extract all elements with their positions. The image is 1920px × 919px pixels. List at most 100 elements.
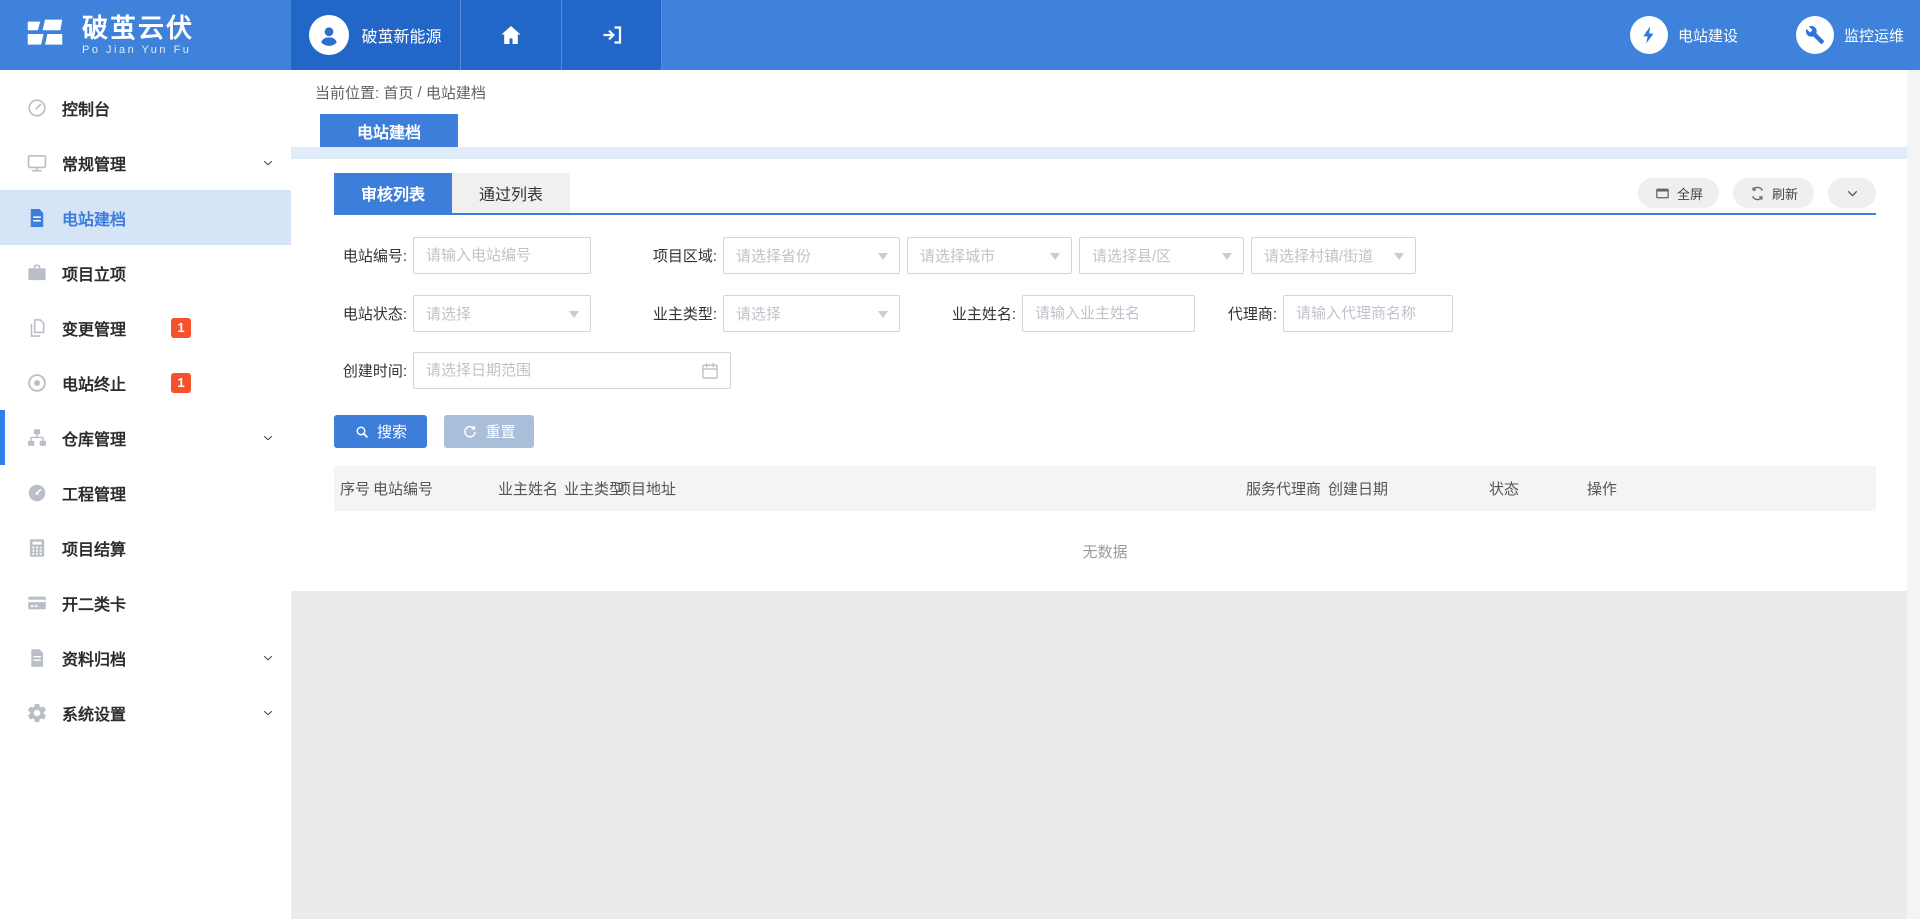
fullscreen-label: 全屏 [1677, 184, 1703, 203]
filter-actions: 搜索 重置 [334, 415, 1876, 448]
province-select-placeholder: 请选择省份 [736, 245, 811, 266]
reset-button[interactable]: 重置 [444, 415, 534, 448]
app-root: 破茧云伏 Po Jian Yun Fu 破茧新能源 [0, 0, 1920, 919]
col-operation: 操作 [1581, 466, 1876, 511]
col-owner-name: 业主姓名 [492, 466, 558, 511]
sidebar-item-label: 开二类卡 [62, 591, 126, 615]
wrench-icon [1796, 16, 1834, 54]
owner-type-label: 业主类型: [647, 303, 717, 324]
sidebar-item-label: 系统设置 [62, 701, 126, 725]
county-select-placeholder: 请选择县/区 [1092, 245, 1171, 266]
dropdown-caret-icon [569, 311, 579, 323]
sign-out-icon [600, 23, 624, 47]
company-name: 破茧新能源 [361, 23, 441, 47]
sidebar-item-label: 仓库管理 [62, 426, 126, 450]
target-icon [26, 372, 48, 394]
sidebar-item-label: 常规管理 [62, 151, 126, 175]
search-button[interactable]: 搜索 [334, 415, 427, 448]
reset-icon [462, 424, 478, 440]
date-range-field [413, 352, 731, 389]
sidebar-item-open-card[interactable]: 开二类卡 [0, 575, 291, 630]
nav-monitor-ops[interactable]: 监控运维 [1796, 16, 1904, 54]
sidebar-item-station-termination[interactable]: 电站终止 1 [0, 355, 291, 410]
brand-logo-icon [22, 12, 68, 58]
breadcrumb-home-link[interactable]: 首页 [383, 82, 413, 103]
empty-state: 无数据 [334, 511, 1876, 591]
station-no-input[interactable] [413, 237, 591, 274]
breadcrumb-prefix: 当前位置: [315, 82, 383, 103]
reset-button-label: 重置 [485, 421, 515, 442]
notification-badge: 1 [171, 373, 191, 393]
agent-input[interactable] [1283, 295, 1453, 332]
filter-row-2: 电站状态: 请选择 业主类型: 请选择 业主姓名: 代理商: [334, 295, 1876, 332]
search-icon [354, 424, 370, 440]
home-icon [499, 23, 523, 47]
brand-texts: 破茧云伏 Po Jian Yun Fu [82, 14, 194, 57]
breadcrumb: 当前位置: 首页 / 电站建档 [291, 70, 1920, 114]
sidebar-item-label: 项目立项 [62, 261, 126, 285]
village-select[interactable]: 请选择村镇/街道 [1251, 237, 1416, 274]
sidebar-item-project-settlement[interactable]: 项目结算 [0, 520, 291, 575]
page-tab-station-filing[interactable]: 电站建档 [320, 114, 458, 147]
filter-row-3: 创建时间: [334, 352, 1876, 389]
sidebar-item-console[interactable]: 控制台 [0, 80, 291, 135]
sidebar-item-engineering-mgmt[interactable]: 工程管理 [0, 465, 291, 520]
logout-button[interactable] [561, 0, 662, 70]
province-select[interactable]: 请选择省份 [723, 237, 900, 274]
station-status-placeholder: 请选择 [426, 303, 471, 324]
sidebar-item-label: 电站终止 [62, 371, 126, 395]
sidebar-item-warehouse-mgmt[interactable]: 仓库管理 [0, 410, 291, 465]
company-menu[interactable]: 破茧新能源 [291, 0, 460, 70]
card-icon [26, 592, 48, 614]
breadcrumb-separator: / [413, 84, 426, 101]
sitemap-icon [26, 427, 48, 449]
owner-name-input[interactable] [1022, 295, 1195, 332]
tab-passed-list[interactable]: 通过列表 [452, 173, 570, 213]
refresh-button[interactable]: 刷新 [1733, 178, 1814, 208]
calendar-icon [700, 361, 720, 381]
filter-row-1: 电站编号: 项目区域: 请选择省份 请选择城市 请选择县/区 请选择村镇/街道 [334, 237, 1876, 274]
sidebar-item-system-settings[interactable]: 系统设置 [0, 685, 291, 740]
home-button[interactable] [460, 0, 561, 70]
header-dark-group: 破茧新能源 [291, 0, 662, 70]
sidebar-item-change-mgmt[interactable]: 变更管理 1 [0, 300, 291, 355]
dropdown-caret-icon [878, 311, 888, 323]
brand-tagline: Po Jian Yun Fu [82, 44, 194, 56]
gear-icon [26, 702, 48, 724]
dropdown-caret-icon [1394, 253, 1404, 265]
briefcase-icon [26, 262, 48, 284]
agent-label: 代理商: [1213, 303, 1277, 324]
results-table: 序号 电站编号 业主姓名 业主类型 项目地址 服务代理商 创建日期 状态 操作 [334, 466, 1876, 511]
tab-review-list[interactable]: 审核列表 [334, 173, 452, 213]
sidebar-item-data-archive[interactable]: 资料归档 [0, 630, 291, 685]
sidebar-item-station-filing[interactable]: 电站建档 [0, 190, 291, 245]
city-select-placeholder: 请选择城市 [920, 245, 995, 266]
collapse-toggle-button[interactable] [1828, 178, 1876, 208]
sidebar-item-label: 工程管理 [62, 481, 126, 505]
nav-station-build[interactable]: 电站建设 [1630, 16, 1738, 54]
sidebar: 控制台 常规管理 电站建档 项目立项 [0, 70, 291, 919]
gauge-icon [26, 482, 48, 504]
create-time-label: 创建时间: [334, 360, 407, 381]
top-header: 破茧云伏 Po Jian Yun Fu 破茧新能源 [0, 0, 1920, 70]
vertical-scrollbar[interactable] [1907, 70, 1920, 919]
owner-name-label: 业主姓名: [950, 303, 1016, 324]
sidebar-item-project-initiation[interactable]: 项目立项 [0, 245, 291, 300]
date-range-input[interactable] [413, 352, 731, 389]
sidebar-item-label: 控制台 [62, 96, 110, 120]
user-icon [316, 22, 342, 48]
calculator-icon [26, 537, 48, 559]
chevron-down-icon [261, 156, 275, 170]
document-icon [26, 207, 48, 229]
city-select[interactable]: 请选择城市 [907, 237, 1072, 274]
active-indicator-bar [0, 410, 5, 465]
fullscreen-button[interactable]: 全屏 [1638, 178, 1719, 208]
breadcrumb-current: 电站建档 [426, 82, 486, 103]
county-select[interactable]: 请选择县/区 [1079, 237, 1244, 274]
owner-type-select[interactable]: 请选择 [723, 295, 900, 332]
station-status-select[interactable]: 请选择 [413, 295, 591, 332]
col-project-address: 项目地址 [610, 466, 1240, 511]
content-spacer-band [291, 147, 1920, 159]
sidebar-item-label: 资料归档 [62, 646, 126, 670]
sidebar-item-general-mgmt[interactable]: 常规管理 [0, 135, 291, 190]
